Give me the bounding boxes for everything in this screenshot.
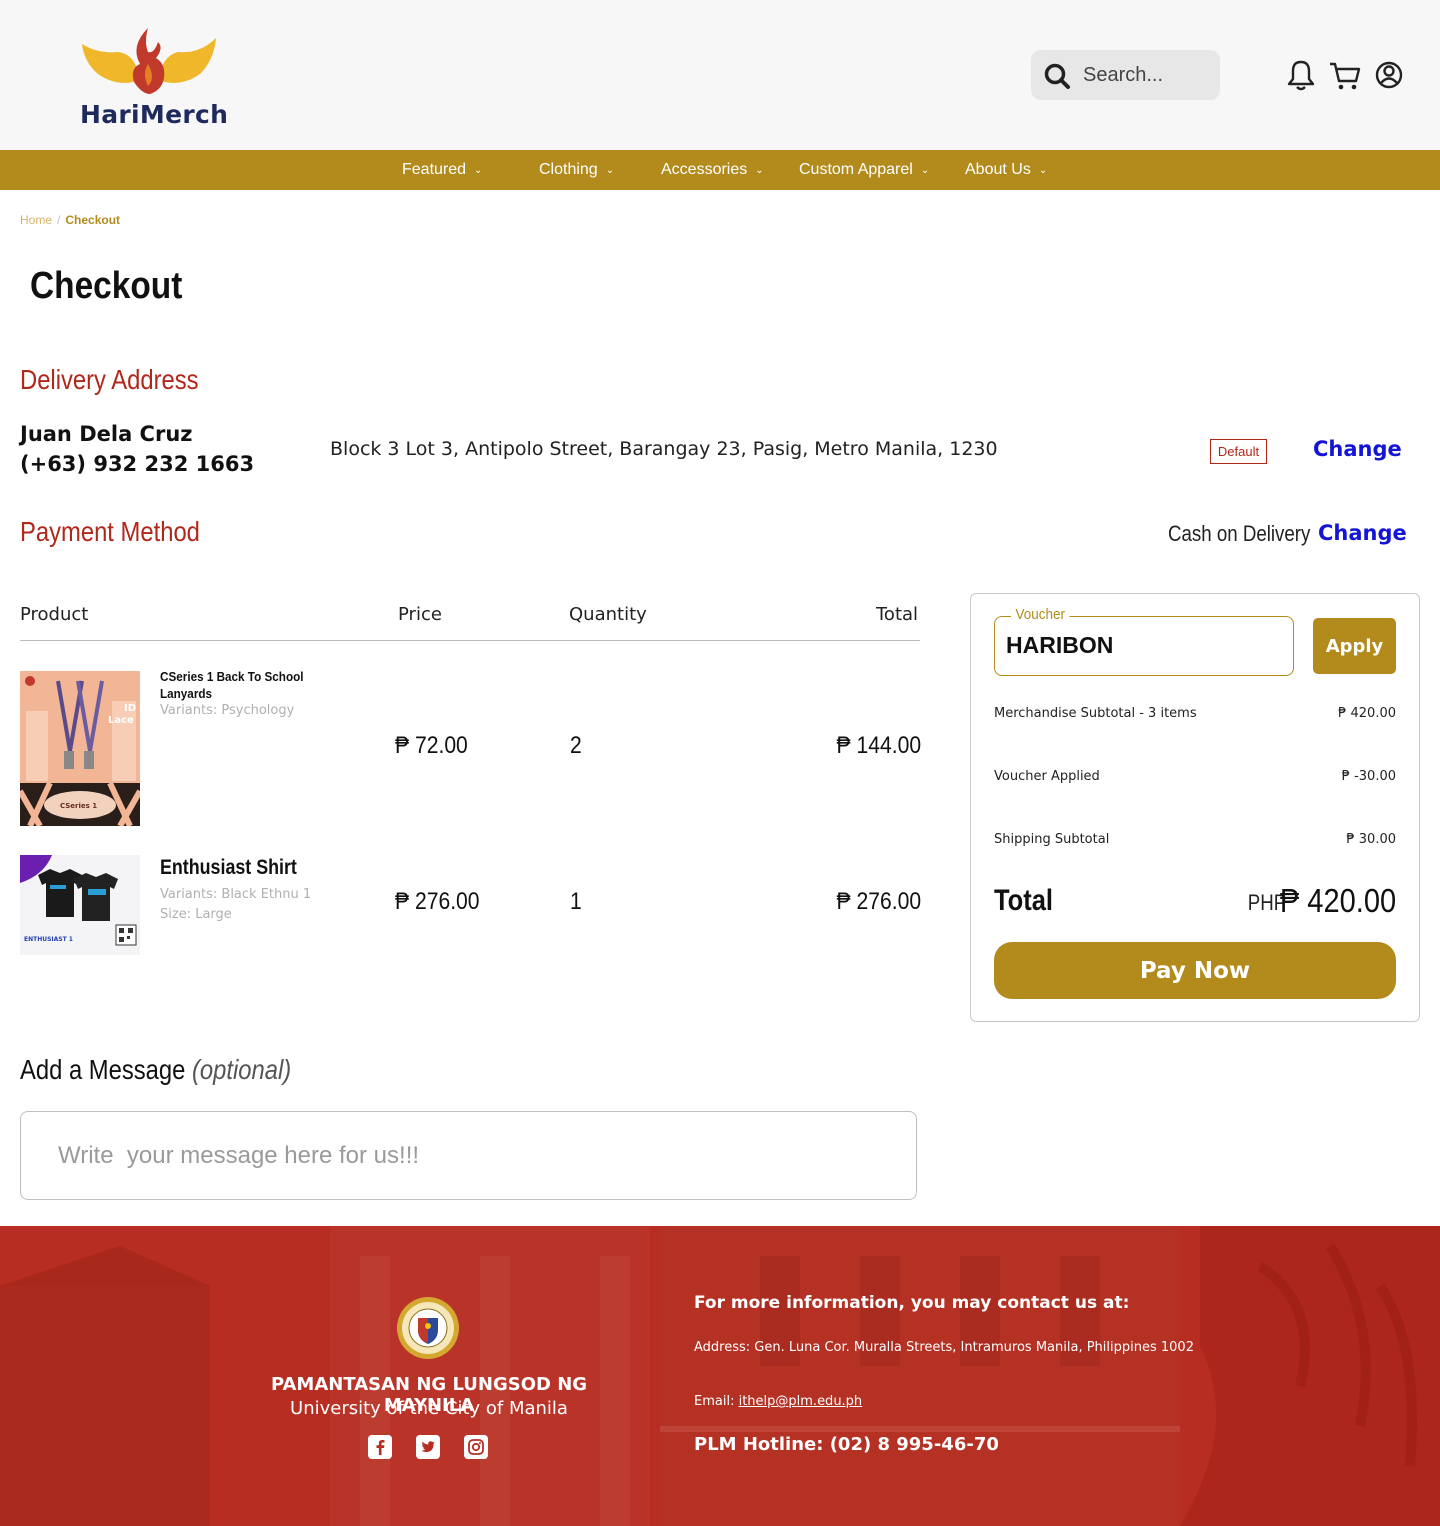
cart-icon[interactable] [1328,58,1362,92]
instagram-icon[interactable] [464,1435,488,1459]
product-size: Size: Large [160,907,232,922]
chevron-down-icon: ⌄ [474,165,483,176]
nav-label: Custom Apparel [799,161,913,178]
nav-label: About Us [965,161,1031,178]
contact-email: Email: ithelp@plm.edu.ph [694,1394,862,1409]
site-header: HariMerch [0,0,1440,150]
change-payment-link[interactable]: Change [1318,521,1407,545]
nav-accessories[interactable]: Accessories ⌄ [661,150,764,190]
email-link[interactable]: ithelp@plm.edu.ph [739,1394,863,1409]
product-price: ₱ 72.00 [395,732,468,759]
user-icon[interactable] [1372,58,1406,92]
nav-label: Accessories [661,161,748,178]
apply-voucher-button[interactable]: Apply [1313,618,1396,674]
default-badge: Default [1210,439,1267,464]
breadcrumb-current: Checkout [65,213,121,227]
search-input[interactable] [1083,58,1213,92]
product-variant: Variants: Psychology [160,703,295,718]
product-image-enthusiast-shirt[interactable]: ENTHUSIAST 1 [20,855,140,955]
hotline: PLM Hotline: (02) 8 995-46-70 [694,1434,999,1455]
payment-method-title: Payment Method [20,516,200,547]
svg-text:CSeries 1: CSeries 1 [60,802,97,810]
header-quantity: Quantity [569,604,647,625]
header-total: Total [876,604,919,625]
delivery-address-title: Delivery Address [20,364,199,395]
nav-label: Featured [402,161,467,178]
header-product: Product [20,604,89,625]
product-price: ₱ 276.00 [395,888,480,915]
voucher-applied-label: Voucher Applied [994,769,1100,784]
product-quantity: 2 [570,732,582,759]
product-title[interactable]: Enthusiast Shirt [160,856,297,880]
university-subtitle: University of the City of Manila [290,1398,568,1419]
message-title-text: Add a Message [20,1054,186,1085]
facebook-icon[interactable] [368,1435,392,1459]
product-image-lanyards[interactable]: ID Lace CSeries 1 [20,671,140,826]
voucher-applied-value: ₱ -30.00 [1341,769,1396,784]
total-value: ₱ 420.00 [1279,882,1396,919]
table-divider [20,640,920,641]
main-nav: Featured ⌄ Clothing ⌄ Accessories ⌄ Custom … [0,150,1440,190]
chevron-down-icon: ⌄ [605,165,615,176]
voucher-input[interactable] [1006,630,1276,660]
contact-heading: For more information, you may contact us… [694,1293,1130,1313]
voucher-label: Voucher [1011,606,1070,623]
total-label: Total [994,884,1054,917]
product-quantity: 1 [570,888,582,915]
change-address-link[interactable]: Change [1313,437,1402,461]
merch-subtotal-label: Merchandise Subtotal - 3 items [994,706,1197,721]
email-label: Email: [694,1394,739,1409]
bell-icon[interactable] [1284,58,1318,92]
chevron-down-icon: ⌄ [920,165,930,176]
breadcrumb-home[interactable]: Home [20,213,52,227]
svg-text:ENTHUSIAST 1: ENTHUSIAST 1 [24,936,73,943]
product-total: ₱ 144.00 [836,732,921,759]
breadcrumb-separator: / [57,213,61,227]
recipient-phone: (+63) 932 232 1663 [20,452,255,476]
shipping-subtotal-label: Shipping Subtotal [994,832,1110,847]
product-variant: Variants: Black Ethnu 1 [160,887,312,902]
message-optional: (optional) [192,1054,292,1085]
search-icon[interactable] [1043,62,1071,90]
footer-background-image [0,1226,1440,1526]
recipient-name: Juan Dela Cruz [20,422,193,446]
message-input[interactable] [58,1138,858,1174]
payment-method-value: Cash on Delivery [1168,521,1311,546]
svg-text:Lace: Lace [108,715,134,726]
nav-featured[interactable]: Featured ⌄ [402,150,482,190]
breadcrumb: Home / Checkout [20,213,120,227]
chevron-down-icon: ⌄ [1038,165,1048,176]
header-price: Price [398,604,442,625]
delivery-address: Block 3 Lot 3, Antipolo Street, Barangay… [330,438,998,460]
product-total: ₱ 276.00 [836,888,921,915]
chevron-down-icon: ⌄ [755,165,764,176]
page-title: Checkout [30,265,183,307]
plm-seal-logo [397,1297,459,1359]
contact-address: Address: Gen. Luna Cor. Muralla Streets,… [694,1340,1194,1355]
nav-custom-apparel[interactable]: Custom Apparel ⌄ [799,150,929,190]
nav-label: Clothing [539,161,598,178]
message-title: Add a Message (optional) [20,1054,291,1086]
site-footer [0,1226,1440,1526]
nav-about-us[interactable]: About Us ⌄ [965,150,1047,190]
nav-clothing[interactable]: Clothing ⌄ [539,150,614,190]
merch-subtotal-value: ₱ 420.00 [1338,706,1396,721]
pay-now-button[interactable]: Pay Now [994,942,1396,999]
twitter-icon[interactable] [416,1435,440,1459]
search-bar[interactable] [1031,50,1220,100]
shipping-subtotal-value: ₱ 30.00 [1346,832,1396,847]
product-title[interactable]: CSeries 1 Back To School Lanyards [160,668,313,702]
brand-name: HariMerch [80,100,229,129]
svg-text:ID: ID [124,703,136,714]
